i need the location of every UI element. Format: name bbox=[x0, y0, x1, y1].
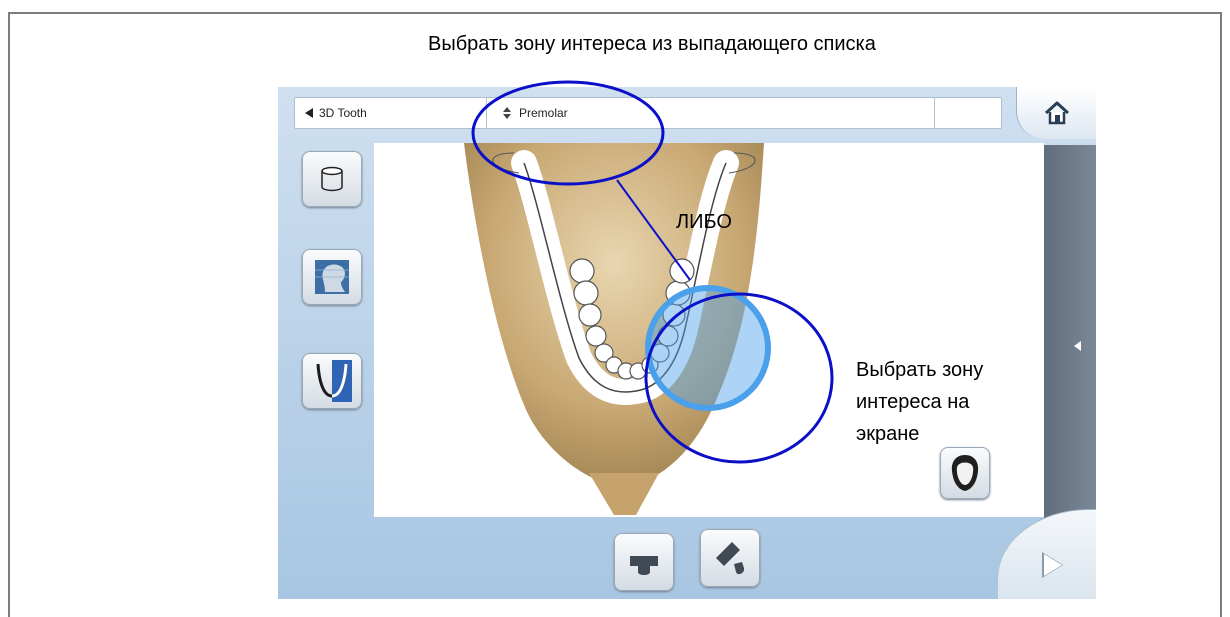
head-front-icon bbox=[951, 455, 979, 491]
updown-arrows-icon bbox=[503, 107, 511, 119]
right-side-panel[interactable] bbox=[1044, 145, 1096, 547]
head-profile-button[interactable] bbox=[302, 249, 362, 305]
next-button[interactable] bbox=[998, 509, 1096, 599]
bite-block-icon bbox=[630, 556, 658, 575]
toolbar-extra-field bbox=[939, 98, 1001, 128]
volume-cylinder-button[interactable] bbox=[302, 151, 362, 207]
frame-right-border bbox=[1220, 12, 1222, 617]
home-button[interactable] bbox=[1016, 87, 1096, 139]
screen-caption-line1: Выбрать зону bbox=[856, 359, 984, 381]
device-screen: 3D Tooth Premolar bbox=[278, 87, 1096, 599]
cylinder-volume-icon bbox=[321, 166, 343, 192]
back-button[interactable]: 3D Tooth bbox=[295, 98, 487, 128]
region-dropdown[interactable]: Premolar bbox=[491, 98, 935, 128]
home-icon bbox=[1044, 101, 1070, 125]
jaw-arch-button[interactable] bbox=[302, 353, 362, 409]
screen-caption-line2: интереса на bbox=[856, 391, 970, 413]
top-toolbar: 3D Tooth Premolar bbox=[294, 97, 1002, 129]
head-front-button[interactable] bbox=[940, 447, 990, 499]
back-button-label: 3D Tooth bbox=[319, 106, 367, 120]
frame-left-border bbox=[8, 12, 10, 617]
region-dropdown-value: Premolar bbox=[519, 106, 568, 120]
jaw-arch-icon bbox=[316, 360, 352, 402]
back-arrow-icon bbox=[305, 108, 313, 118]
panel-toggle-icon[interactable] bbox=[1074, 341, 1081, 351]
dropdown-instruction-caption: Выбрать зону интереса из выпадающего спи… bbox=[428, 33, 876, 55]
or-label: ЛИБО bbox=[676, 211, 732, 233]
head-profile-icon bbox=[315, 260, 349, 294]
bite-block-button[interactable] bbox=[614, 533, 674, 591]
bite-block-angled-icon bbox=[716, 542, 745, 575]
selection-circle[interactable] bbox=[645, 285, 771, 411]
frame-top-border bbox=[8, 12, 1222, 14]
screen-caption-line3: экране bbox=[856, 423, 920, 445]
bite-block-angled-button[interactable] bbox=[700, 529, 760, 587]
next-arrow-fill bbox=[1044, 554, 1062, 576]
